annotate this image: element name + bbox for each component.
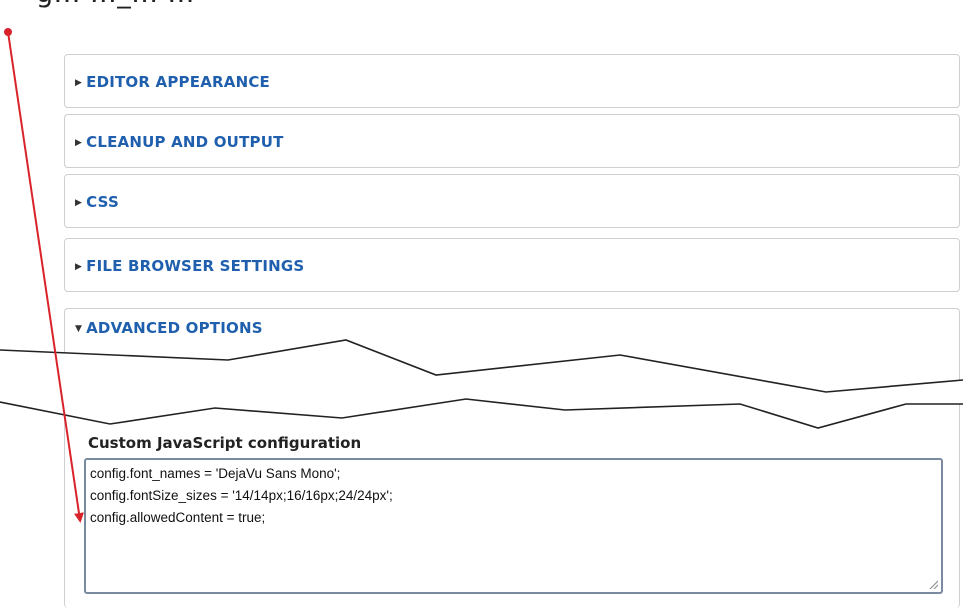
section-label: CSS — [86, 193, 119, 211]
caret-down-icon: ▼ — [75, 324, 83, 334]
caret-right-icon: ▶ — [75, 78, 83, 88]
section-header-cleanup-output[interactable]: ▶ CLEANUP AND OUTPUT — [75, 133, 284, 151]
section-label: CLEANUP AND OUTPUT — [86, 133, 284, 151]
resize-grip-icon[interactable] — [928, 579, 938, 589]
section-editor-appearance[interactable]: ▶ EDITOR APPEARANCE — [64, 54, 960, 108]
custom-js-config-textarea[interactable]: config.font_names = 'DejaVu Sans Mono'; … — [84, 458, 943, 594]
custom-js-config-label: Custom JavaScript configuration — [88, 434, 362, 452]
config-line: config.fontSize_sizes = '14/14px;16/16px… — [90, 488, 393, 503]
caret-right-icon: ▶ — [75, 262, 83, 272]
section-label: EDITOR APPEARANCE — [86, 73, 270, 91]
section-header-editor-appearance[interactable]: ▶ EDITOR APPEARANCE — [75, 73, 270, 91]
config-line: config.font_names = 'DejaVu Sans Mono'; — [90, 466, 341, 481]
annotation-dot-icon — [4, 28, 12, 36]
section-header-css[interactable]: ▶ CSS — [75, 193, 119, 211]
section-css[interactable]: ▶ CSS — [64, 174, 960, 228]
config-line: config.allowedContent = true; — [90, 510, 266, 525]
caret-right-icon: ▶ — [75, 198, 83, 208]
cropped-top-text: g... ..._... ... — [36, 0, 195, 9]
section-label: FILE BROWSER SETTINGS — [86, 257, 305, 275]
section-header-advanced-options[interactable]: ▼ ADVANCED OPTIONS — [75, 319, 263, 337]
section-cleanup-output[interactable]: ▶ CLEANUP AND OUTPUT — [64, 114, 960, 168]
section-file-browser-settings[interactable]: ▶ FILE BROWSER SETTINGS — [64, 238, 960, 292]
section-label: ADVANCED OPTIONS — [86, 319, 263, 337]
section-header-file-browser-settings[interactable]: ▶ FILE BROWSER SETTINGS — [75, 257, 304, 275]
caret-right-icon: ▶ — [75, 138, 83, 148]
